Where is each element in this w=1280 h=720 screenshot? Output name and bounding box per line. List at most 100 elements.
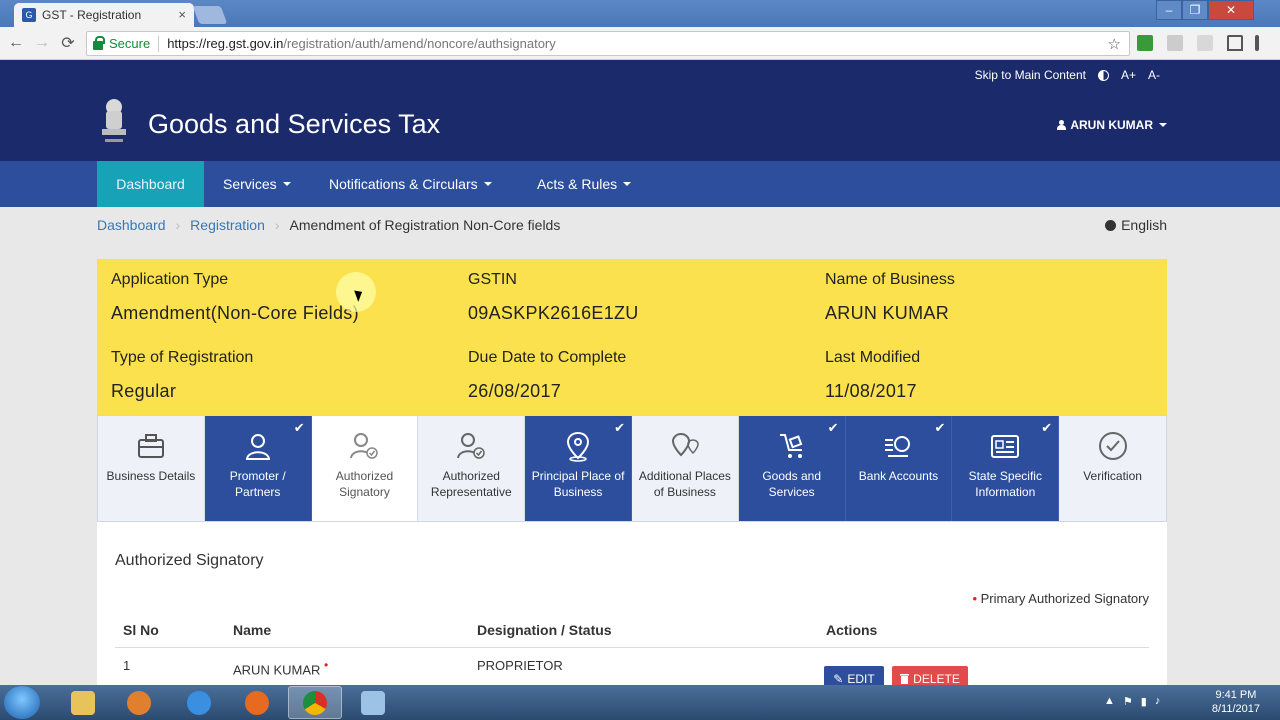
step-label: Bank Accounts	[858, 469, 939, 483]
nav-dashboard-label: Dashboard	[116, 176, 185, 192]
check-icon: ✔	[827, 420, 839, 435]
business-name-label: Name of Business	[825, 271, 955, 288]
trash-icon	[900, 674, 910, 684]
breadcrumb-registration[interactable]: Registration	[190, 217, 265, 233]
extension-puzzle-icon[interactable]	[1197, 35, 1213, 51]
browser-tab[interactable]: G GST - Registration ×	[14, 3, 194, 27]
business-name-cell: Name of Business ARUN KUMAR	[825, 271, 955, 324]
step-label: Authorized Representative	[430, 469, 512, 499]
tab-close-icon[interactable]: ×	[178, 7, 186, 22]
nav-acts-rules[interactable]: Acts & Rules	[519, 161, 649, 207]
font-increase-button[interactable]: A+	[1121, 68, 1136, 82]
new-tab-button[interactable]	[192, 6, 228, 24]
home-icon[interactable]	[1227, 35, 1243, 51]
due-date-label: Due Date to Complete	[468, 349, 627, 366]
network-icon[interactable]: ▮	[1141, 695, 1147, 709]
breadcrumb: Dashboard › Registration › Amendment of …	[97, 217, 560, 233]
extension-cloud-icon[interactable]	[1167, 35, 1183, 51]
language-selector[interactable]: English	[1105, 217, 1167, 233]
gst-favicon-icon: G	[22, 8, 36, 22]
registration-type-cell: Type of Registration Regular	[111, 349, 253, 402]
check-icon: ✔	[1041, 420, 1053, 435]
step-state-specific[interactable]: ✔ State Specific Information	[952, 416, 1060, 521]
nav-notifications[interactable]: Notifications & Circulars	[311, 161, 510, 207]
contrast-icon[interactable]	[1097, 69, 1109, 81]
step-label: Promoter / Partners	[229, 469, 286, 499]
nav-acts-rules-label: Acts & Rules	[537, 176, 618, 192]
step-label: Authorized Signatory	[335, 469, 394, 499]
last-modified-cell: Last Modified 11/08/2017	[825, 349, 920, 402]
forward-button[interactable]: →	[32, 33, 52, 53]
address-separator	[158, 35, 160, 52]
briefcase-icon	[137, 434, 164, 458]
menu-kebab-icon[interactable]	[1255, 35, 1259, 51]
multi-pin-icon	[671, 432, 699, 457]
flag-icon[interactable]: ⚑	[1123, 695, 1133, 709]
due-date-value: 26/08/2017	[468, 381, 562, 401]
minimize-button[interactable]: –	[1156, 0, 1182, 20]
bookmark-star-icon[interactable]: ☆	[1108, 35, 1121, 53]
nav-dashboard[interactable]: Dashboard	[97, 161, 204, 207]
tray-arrow-icon[interactable]: ▲	[1104, 695, 1115, 709]
url-path: /registration/auth/amend/noncore/authsig…	[283, 36, 556, 51]
app-window-icon	[361, 690, 385, 715]
address-bar[interactable]: Secure https://reg.gst.gov.in/registrati…	[86, 31, 1130, 56]
step-bank-accounts[interactable]: ✔ Bank Accounts	[845, 416, 953, 521]
edit-label: EDIT	[847, 672, 875, 686]
taskbar-explorer[interactable]	[56, 686, 110, 719]
taskbar-media-player[interactable]	[112, 686, 166, 719]
taskbar-chrome[interactable]	[288, 686, 342, 719]
primary-legend: • Primary Authorized Signatory	[972, 591, 1149, 606]
font-decrease-button[interactable]: A-	[1148, 68, 1160, 82]
reload-button[interactable]: ⟳	[58, 33, 78, 53]
bank-icon	[885, 436, 911, 457]
taskbar-clock[interactable]: 9:41 PM 8/11/2017	[1212, 688, 1260, 716]
browser-toolbar: ← → ⟳ Secure https://reg.gst.gov.in/regi…	[0, 27, 1280, 60]
step-promoter-partners[interactable]: ✔ Promoter / Partners	[204, 416, 312, 521]
breadcrumb-current: Amendment of Registration Non-Core field…	[289, 217, 561, 233]
breadcrumb-dashboard[interactable]: Dashboard	[97, 217, 166, 233]
maximize-button[interactable]: ❐	[1182, 0, 1208, 20]
start-button[interactable]	[4, 686, 40, 719]
nav-services[interactable]: Services	[205, 161, 309, 207]
back-button[interactable]: ←	[6, 33, 26, 53]
row-sl-no: 1	[123, 658, 131, 673]
breadcrumb-separator: ›	[175, 217, 181, 233]
primary-legend-text: Primary Authorized Signatory	[980, 591, 1149, 606]
user-menu[interactable]: ARUN KUMAR	[1057, 118, 1167, 132]
user-name: ARUN KUMAR	[1070, 118, 1153, 132]
taskbar-app[interactable]	[346, 686, 400, 719]
step-authorized-signatory[interactable]: Authorized Signatory	[311, 416, 419, 521]
step-additional-places[interactable]: Additional Places of Business	[631, 416, 739, 521]
globe-icon	[1105, 219, 1117, 231]
step-label: Business Details	[106, 469, 196, 483]
representative-icon	[457, 433, 486, 459]
gstin-cell: GSTIN 09ASKPK2616E1ZU	[468, 271, 639, 324]
page-content: Dashboard › Registration › Amendment of …	[0, 207, 1280, 692]
last-modified-value: 11/08/2017	[825, 381, 917, 401]
nav-notifications-label: Notifications & Circulars	[329, 176, 478, 192]
taskbar-internet-explorer[interactable]	[172, 686, 226, 719]
step-goods-services[interactable]: ✔ Goods and Services	[738, 416, 846, 521]
extension-icon[interactable]	[1137, 35, 1153, 51]
taskbar-firefox[interactable]	[230, 686, 284, 719]
lock-icon	[93, 36, 105, 50]
media-player-icon	[127, 690, 151, 715]
breadcrumb-separator: ›	[274, 217, 280, 233]
registration-steps: Business Details ✔ Promoter / Partners A…	[97, 415, 1167, 522]
due-date-cell: Due Date to Complete 26/08/2017	[468, 349, 626, 402]
row-designation: PROPRIETOR	[477, 658, 563, 673]
skip-to-main-link[interactable]: Skip to Main Content	[975, 68, 1086, 82]
step-label: Verification	[1083, 469, 1142, 483]
close-window-button[interactable]: ✕	[1208, 0, 1254, 20]
panel-title: Authorized Signatory	[115, 552, 264, 569]
clock-date: 8/11/2017	[1211, 703, 1260, 715]
caret-down-icon	[282, 182, 291, 186]
volume-icon[interactable]: ♪	[1155, 695, 1161, 709]
step-authorized-representative[interactable]: Authorized Representative	[418, 416, 526, 521]
step-principal-place[interactable]: ✔ Principal Place of Business	[525, 416, 632, 521]
step-verification[interactable]: Verification	[1059, 416, 1166, 521]
chrome-icon	[303, 690, 327, 715]
step-business-details[interactable]: Business Details	[98, 416, 205, 521]
site-title[interactable]: Goods and Services Tax	[148, 109, 440, 140]
